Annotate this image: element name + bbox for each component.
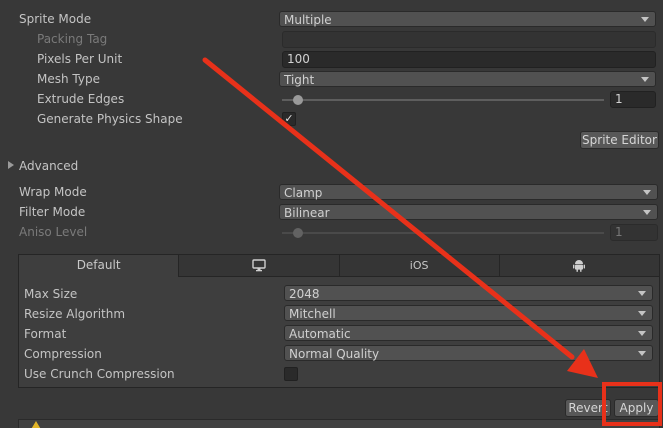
revert-button[interactable]: Revert <box>565 399 611 417</box>
generate-physics-shape-label: Generate Physics Shape <box>37 112 183 126</box>
sprite-mode-label: Sprite Mode <box>19 12 92 26</box>
use-crunch-compression-checkbox[interactable] <box>284 367 298 381</box>
aniso-level-label: Aniso Level <box>19 225 88 239</box>
format-label: Format <box>24 327 67 341</box>
extrude-edges-label: Extrude Edges <box>37 92 125 106</box>
chevron-down-icon <box>638 311 646 316</box>
resize-algorithm-value: Mitchell <box>289 307 336 321</box>
chevron-down-icon <box>641 77 649 82</box>
sprite-editor-button[interactable]: Sprite Editor <box>580 131 659 149</box>
wrap-mode-dropdown[interactable]: Clamp <box>279 184 658 200</box>
warning-box <box>18 419 660 428</box>
wrap-mode-label: Wrap Mode <box>19 185 87 199</box>
mesh-type-value: Tight <box>284 73 315 87</box>
aniso-level-slider-knob <box>293 228 304 238</box>
max-size-value: 2048 <box>289 287 320 301</box>
mesh-type-dropdown[interactable]: Tight <box>279 71 656 87</box>
resize-algorithm-dropdown[interactable]: Mitchell <box>284 305 653 321</box>
tab-standalone[interactable] <box>179 255 340 277</box>
generate-physics-shape-checkbox[interactable]: ✓ <box>282 112 296 126</box>
chevron-down-icon <box>641 17 649 22</box>
chevron-down-icon <box>638 291 646 296</box>
aniso-level-slider-track <box>282 232 604 234</box>
use-crunch-compression-label: Use Crunch Compression <box>24 367 175 381</box>
android-icon <box>573 260 586 272</box>
filter-mode-label: Filter Mode <box>19 205 86 219</box>
filter-mode-dropdown[interactable]: Bilinear <box>279 204 658 220</box>
extrude-edges-slider-knob[interactable] <box>293 95 304 105</box>
compression-label: Compression <box>24 347 102 361</box>
extrude-edges-field[interactable]: 1 <box>610 91 656 108</box>
advanced-foldout[interactable]: Advanced <box>19 156 78 176</box>
sprite-mode-value: Multiple <box>284 13 332 27</box>
pixels-per-unit-field[interactable]: 100 <box>282 51 656 68</box>
max-size-dropdown[interactable]: 2048 <box>284 285 653 301</box>
aniso-level-field: 1 <box>610 224 658 241</box>
chevron-down-icon <box>638 331 646 336</box>
format-value: Automatic <box>289 327 351 341</box>
packing-tag-field[interactable] <box>282 31 656 48</box>
warning-icon <box>31 421 41 428</box>
extrude-edges-slider-track[interactable] <box>282 99 604 101</box>
pixels-per-unit-label: Pixels Per Unit <box>37 52 123 66</box>
platform-tab-bar: Default iOS <box>19 255 659 277</box>
packing-tag-label: Packing Tag <box>37 32 108 46</box>
tab-default[interactable]: Default <box>19 255 180 277</box>
resize-algorithm-label: Resize Algorithm <box>24 307 126 321</box>
apply-button[interactable]: Apply <box>614 399 659 417</box>
chevron-down-icon <box>638 351 646 356</box>
format-dropdown[interactable]: Automatic <box>284 325 653 341</box>
tab-ios[interactable]: iOS <box>339 255 500 277</box>
tab-android[interactable] <box>499 255 659 277</box>
wrap-mode-value: Clamp <box>284 186 323 200</box>
mesh-type-label: Mesh Type <box>37 72 100 86</box>
compression-value: Normal Quality <box>289 347 380 361</box>
max-size-label: Max Size <box>24 287 78 301</box>
sprite-mode-dropdown[interactable]: Multiple <box>279 11 656 27</box>
foldout-arrow-icon[interactable] <box>8 161 14 169</box>
chevron-down-icon <box>643 190 651 195</box>
filter-mode-value: Bilinear <box>284 206 330 220</box>
chevron-down-icon <box>643 210 651 215</box>
monitor-icon <box>252 259 266 272</box>
compression-dropdown[interactable]: Normal Quality <box>284 345 653 361</box>
